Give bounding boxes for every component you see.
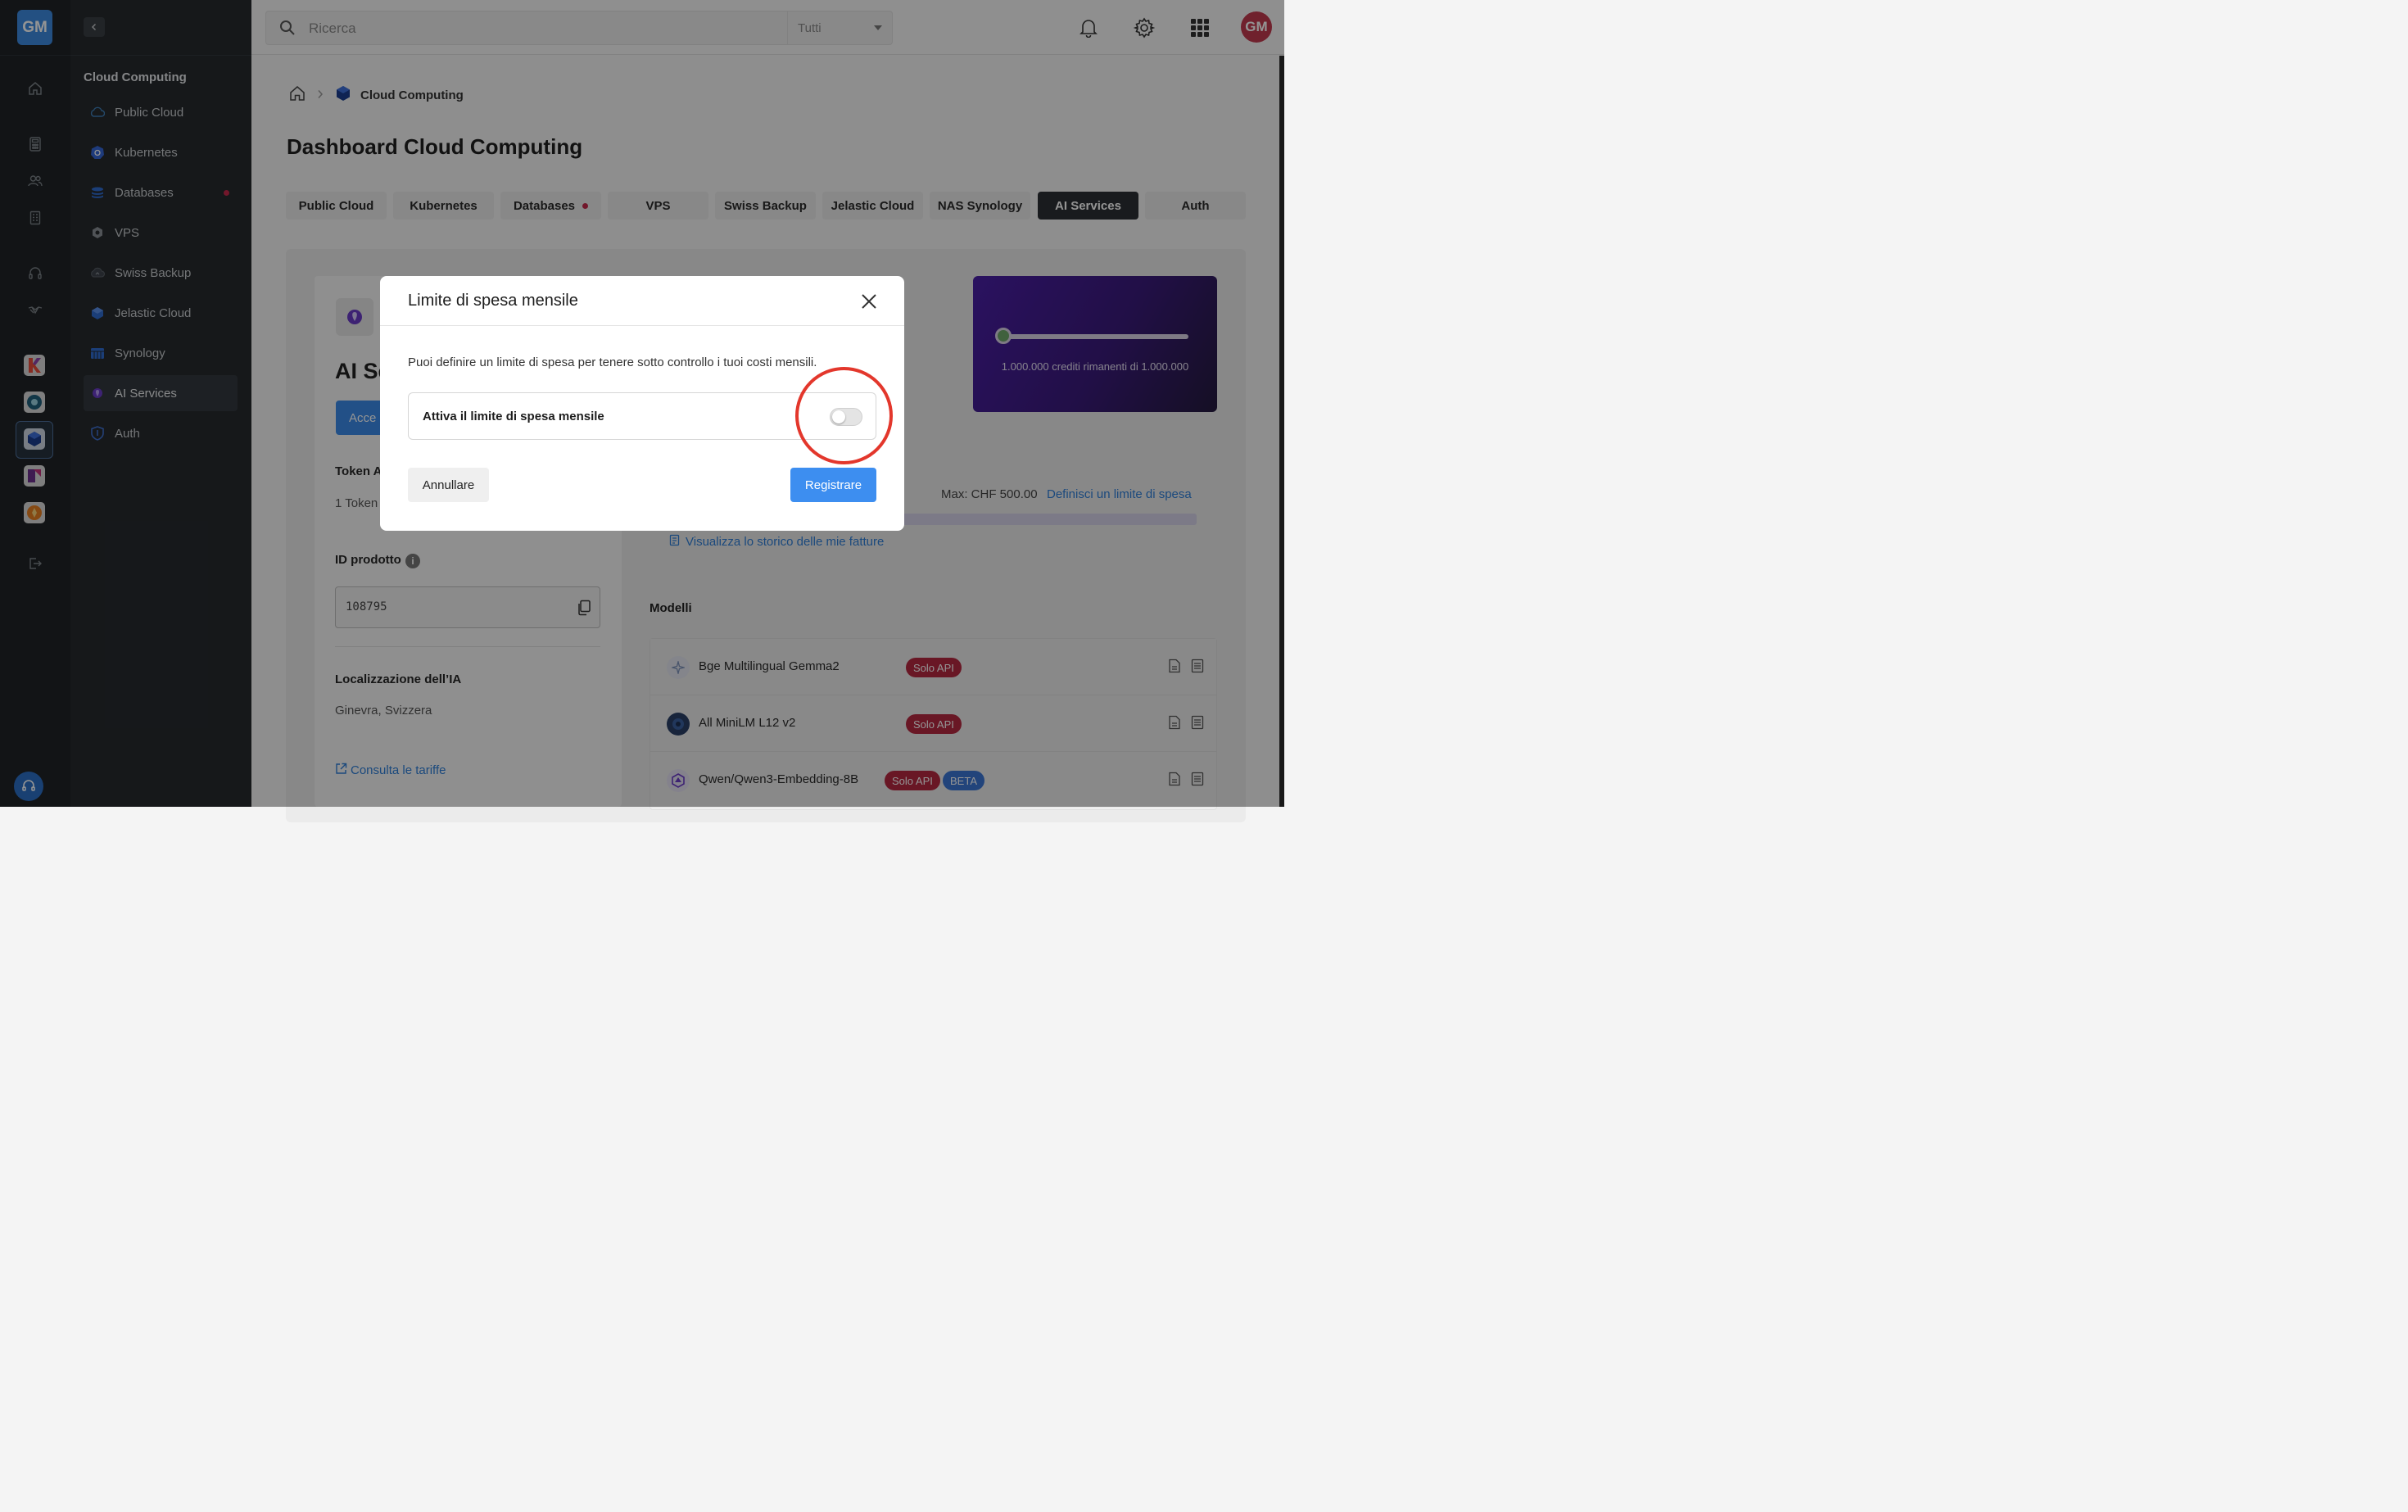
spending-limit-dialog: Limite di spesa mensile Puoi definire un…	[380, 276, 904, 531]
toggle-label: Attiva il limite di spesa mensile	[423, 410, 604, 423]
save-button[interactable]: Registrare	[790, 468, 876, 502]
close-icon[interactable]	[859, 292, 879, 311]
dialog-header: Limite di spesa mensile	[380, 276, 904, 326]
dialog-title: Limite di spesa mensile	[408, 292, 578, 310]
cancel-button[interactable]: Annullare	[408, 468, 489, 502]
highlight-circle	[795, 367, 893, 464]
dialog-description: Puoi definire un limite di spesa per ten…	[408, 355, 817, 369]
